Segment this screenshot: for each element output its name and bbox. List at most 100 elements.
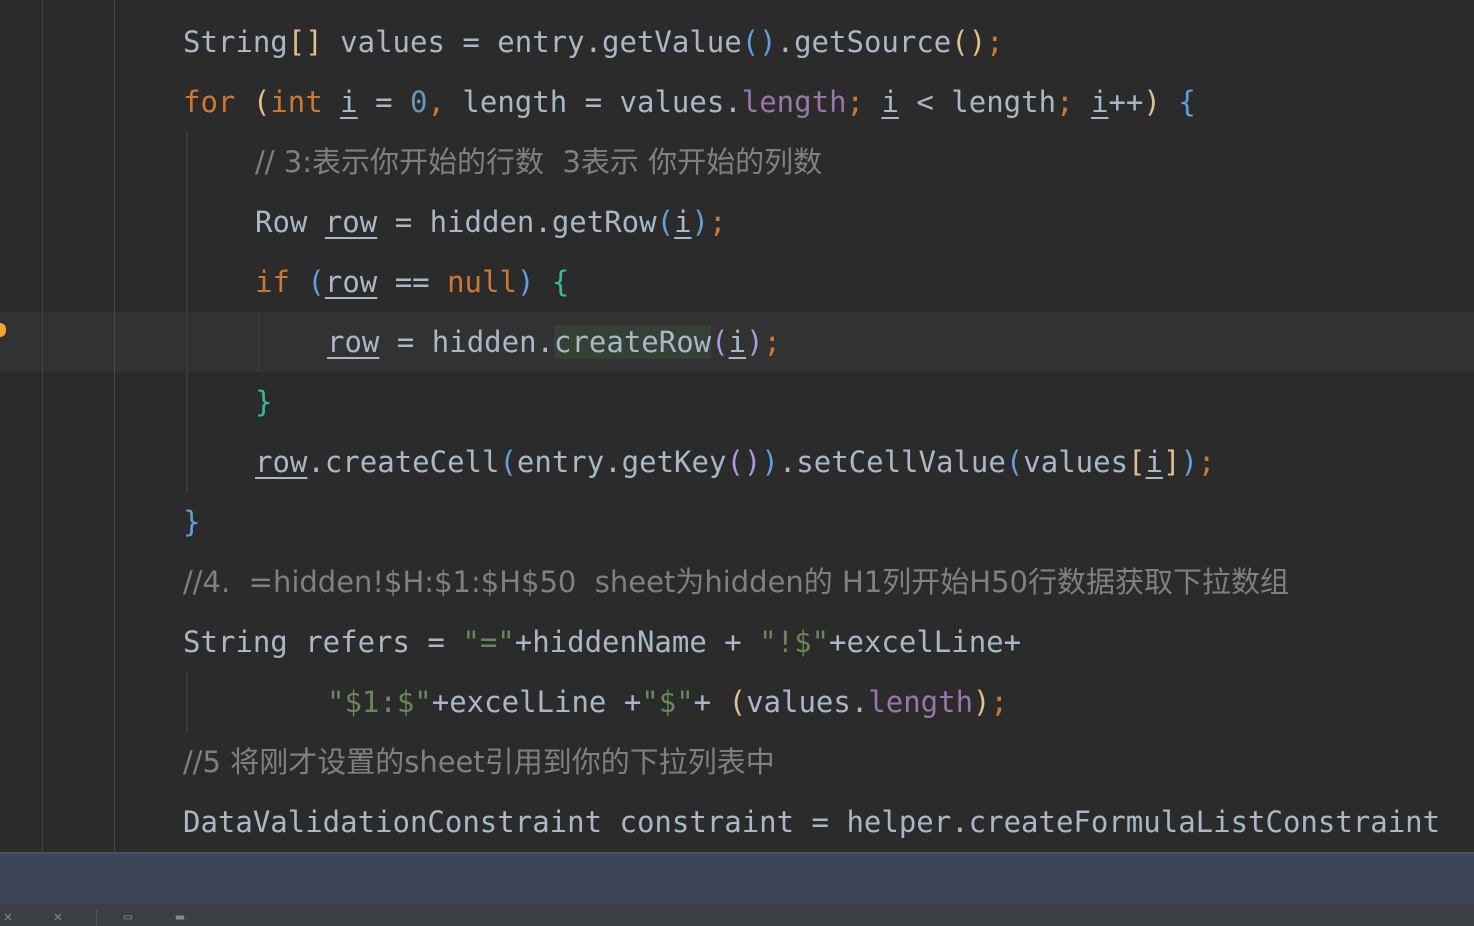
code-token: ) (761, 445, 779, 479)
code-token: for (183, 85, 253, 119)
gutter-divider (42, 0, 43, 852)
code-token: 0 (410, 85, 428, 119)
code-comment-line[interactable]: // 3:表示你开始的行数 3表示 你开始的列数 (255, 132, 822, 192)
code-token: ; (709, 205, 727, 239)
code-token: i (728, 325, 747, 359)
code-line[interactable]: for (int i = 0, length = values.length; … (183, 72, 1196, 132)
code-token: () (741, 25, 777, 59)
code-token: ) (746, 325, 764, 359)
pin-icon[interactable]: ✕ (50, 910, 66, 924)
code-token: { (551, 265, 570, 299)
code-token: "$" (641, 685, 694, 719)
code-comment-line[interactable]: //5 将刚才设置的sheet引用到你的下拉列表中 (183, 732, 775, 792)
code-token: +hiddenName + (514, 625, 760, 659)
code-token: i (1090, 85, 1109, 119)
code-token: "!$" (759, 625, 830, 659)
code-token: row (255, 445, 308, 479)
code-token: +excelLine+ (829, 625, 1022, 659)
code-token: .setCellValue (778, 445, 1006, 479)
code-token: ) (973, 685, 991, 719)
code-token: null (447, 265, 517, 299)
code-token: () (951, 25, 987, 59)
code-token: ( (1005, 445, 1024, 479)
code-token: DataValidationConstraint constraint = he… (183, 805, 1441, 839)
code-line[interactable]: } (183, 492, 200, 552)
close-icon[interactable]: ✕ (0, 910, 16, 924)
code-token: ( (656, 205, 675, 239)
code-token: if (255, 265, 308, 299)
code-token: i (881, 85, 899, 119)
code-line[interactable]: String refers = "="+hiddenName + "!$"+ex… (183, 612, 1021, 672)
indent-guide (258, 312, 260, 372)
code-token: values = entry.getValue (322, 25, 742, 59)
code-token: .createCell (307, 445, 500, 479)
code-token: createRow (554, 325, 712, 359)
code-token: = (357, 85, 411, 119)
code-token: ( (728, 685, 747, 719)
code-token: == (377, 265, 448, 299)
panel-border (0, 852, 1474, 854)
code-token: ; (1197, 445, 1216, 479)
code-token: = hidden. (379, 325, 554, 359)
code-token: ) (691, 205, 709, 239)
indent-guide (186, 132, 188, 492)
code-token: "=" (462, 625, 515, 659)
code-token: ) (1143, 85, 1161, 119)
code-token: length (868, 685, 974, 719)
code-token: = hidden.getRow (377, 205, 657, 239)
code-token: Row (255, 205, 325, 239)
code-line-current[interactable]: row = hidden.createRow(i); (327, 312, 781, 372)
code-token: ( (307, 265, 325, 299)
code-line[interactable]: String[] values = entry.getValue().getSo… (183, 12, 1004, 72)
code-token: i (674, 205, 692, 239)
code-token: i (340, 85, 358, 119)
code-token: // 3:表示你开始的行数 3表示 你开始的列数 (255, 145, 823, 179)
code-line[interactable]: DataValidationConstraint constraint = he… (183, 792, 1440, 852)
code-token: +excelLine + (431, 685, 642, 719)
code-token: row (327, 325, 380, 359)
code-token: entry.getKey (516, 445, 727, 479)
code-editor[interactable]: String[] values = entry.getValue().getSo… (0, 0, 1474, 852)
code-token: ; (1056, 85, 1091, 119)
code-token: "$1:$" (327, 685, 432, 719)
code-token: values. (746, 685, 869, 719)
code-token: ] (1162, 445, 1181, 479)
bottom-panel-header[interactable] (0, 852, 1474, 904)
fold-divider (114, 0, 115, 852)
code-token: ++ (1108, 85, 1144, 119)
code-line[interactable]: "$1:$"+excelLine +"$"+ (values.length); (327, 672, 1008, 732)
code-token: ) (516, 265, 535, 299)
code-token: length (741, 85, 847, 119)
code-line[interactable]: if (row == null) { (255, 252, 569, 312)
code-token: } (255, 385, 273, 419)
code-token: + (693, 685, 729, 719)
toolbar-separator (96, 910, 97, 926)
indent-guide (186, 672, 188, 732)
code-token: row (324, 265, 378, 299)
code-token: [] (287, 25, 323, 59)
code-token: String (183, 25, 288, 59)
code-token: ( (711, 325, 729, 359)
code-token: values (1023, 445, 1129, 479)
code-token: row (324, 205, 378, 239)
code-token: ( (252, 85, 271, 119)
code-line[interactable]: } (255, 372, 272, 432)
code-token: .getSource (776, 25, 952, 59)
code-token: //4. =hidden!$H:$1:$H$50 sheet为hidden的 H… (183, 565, 1289, 599)
code-line[interactable]: row.createCell(entry.getKey()).setCellVa… (255, 432, 1215, 492)
code-token: , (427, 85, 463, 119)
code-token: < length (898, 85, 1057, 119)
code-token: ; (763, 325, 782, 359)
code-token: length = values. (462, 85, 742, 119)
code-token: } (183, 505, 201, 539)
window-icon[interactable]: ▭ (120, 910, 136, 924)
layout-icon[interactable]: ▬ (172, 910, 188, 924)
code-line[interactable]: Row row = hidden.getRow(i); (255, 192, 726, 252)
code-token: ( (499, 445, 517, 479)
code-token: int (270, 85, 341, 119)
code-token: ; (990, 685, 1008, 719)
code-token: ; (846, 85, 882, 119)
code-token: { (1178, 85, 1196, 119)
code-comment-line[interactable]: //4. =hidden!$H:$1:$H$50 sheet为hidden的 H… (183, 552, 1289, 612)
